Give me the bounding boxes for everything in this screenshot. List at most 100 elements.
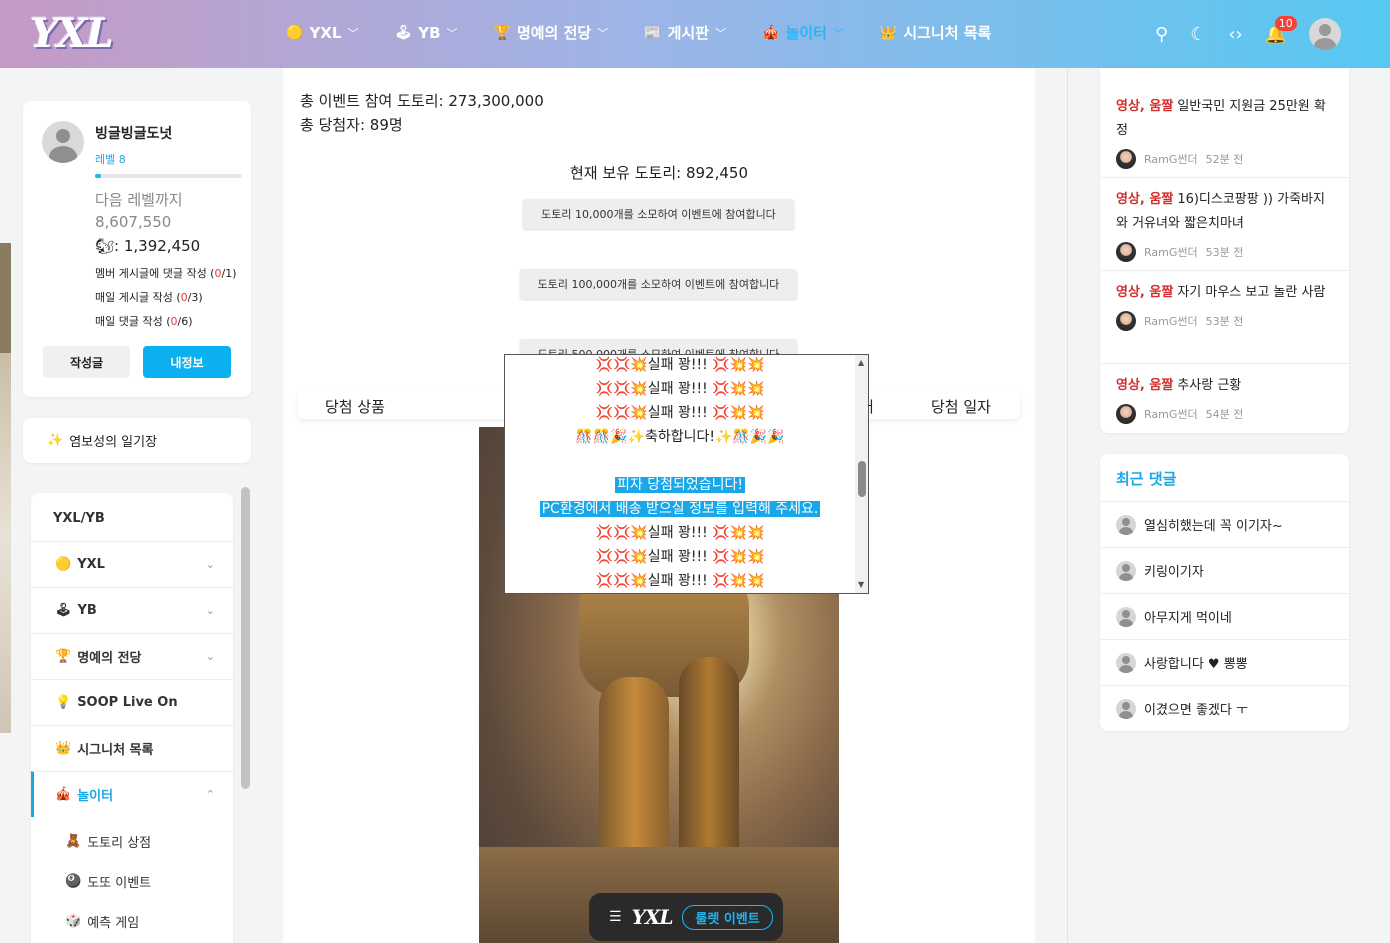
comment-item[interactable]: 열심히했는데 꼭 이기자~: [1100, 501, 1349, 547]
task-total: /1): [221, 267, 237, 280]
nav-yxl[interactable]: 🟡 YXL ﹀: [286, 22, 358, 43]
sub-item-prediction-game[interactable]: 🎲 예측 게임: [31, 901, 233, 941]
result-line: 💢💢💥실패 꽝!!! 💢💥💥: [595, 357, 765, 373]
menu-icon[interactable]: ☰: [609, 909, 622, 925]
comment-item[interactable]: 아무지게 먹이네: [1100, 593, 1349, 639]
bottom-floating-bar: ☰ YXL 룰렛 이벤트: [589, 893, 783, 941]
search-icon[interactable]: ⚲: [1155, 24, 1168, 45]
menu-label: YXL: [77, 557, 105, 572]
my-posts-button[interactable]: 작성글: [43, 346, 130, 378]
nav-label: 시그니처 목록: [903, 24, 992, 42]
menu-item-soop-live[interactable]: 💡 SOOP Live On: [31, 679, 233, 725]
site-logo[interactable]: YXL: [30, 10, 114, 57]
sub-item-dodo-event[interactable]: 🎱 도또 이벤트: [31, 861, 233, 901]
moon-icon[interactable]: ☾: [1190, 24, 1206, 45]
post-item[interactable]: 영상, 움짤 16)디스코팡팡 )) 가죽바지와 거유녀와 짧은치마녀 RamG썬…: [1116, 188, 1336, 262]
avatar: [1116, 606, 1136, 627]
menu-item-yxl[interactable]: 🟡 YXL ⌄: [31, 541, 233, 587]
nav-playground[interactable]: 🎪 놀이터 ﹀: [762, 22, 844, 43]
post-time: 54분 전: [1205, 408, 1244, 421]
post-item[interactable]: 영상, 움짤 일반국민 지원금 25만원 확정 RamG썬더 52분 전: [1116, 95, 1336, 169]
next-level-label: 다음 레벨까지: [95, 191, 183, 209]
result-line: 💢💢💥실패 꽝!!! 💢💥💥: [595, 573, 765, 589]
notification-badge: 10: [1274, 15, 1297, 31]
coin-icon: 🟡: [55, 557, 72, 572]
sparkle-icon: ✨: [47, 433, 64, 448]
scroll-up-icon[interactable]: ▲: [858, 358, 864, 367]
level-progress-bar: [95, 174, 242, 178]
menu-item-playground[interactable]: 🎪 놀이터 ⌃: [31, 771, 233, 817]
lightbulb-icon: 💡: [55, 695, 72, 710]
author-avatar: [1116, 404, 1136, 424]
avatar: [42, 121, 84, 163]
total-event-acorns: 총 이벤트 참여 도토리: 273,300,000: [300, 92, 544, 110]
recent-posts-card: 영상, 움짤 일반국민 지원금 25만원 확정 RamG썬더 52분 전 영상, 움…: [1100, 68, 1349, 433]
result-line: 🎊🎊🎉✨축하합니다!✨🎊🎉🎉: [575, 429, 785, 445]
menu-item-signature[interactable]: 👑 시그니처 목록: [31, 725, 233, 771]
main-nav: 🟡 YXL ﹀ 🕹 YB ﹀ 🏆 명예의 전당 ﹀ 📰 게시판 ﹀ 🎪 놀이터 ﹀ 👑 시그니처 목록: [286, 22, 1027, 43]
8-ball-icon: 🎱: [65, 873, 82, 889]
code-icon[interactable]: ‹›: [1228, 24, 1242, 45]
menu-scrollbar[interactable]: [241, 487, 250, 789]
circus-tent-icon: 🎪: [55, 787, 72, 802]
my-info-button[interactable]: 내정보: [143, 346, 231, 378]
menu-label: YB: [77, 603, 97, 618]
nav-signature-list[interactable]: 👑 시그니처 목록: [880, 22, 991, 43]
menu-label: 명예의 전당: [77, 651, 142, 666]
comment-text: 이겼으면 좋겠다 ㅜ: [1144, 703, 1248, 718]
background-image-strip-top: [0, 243, 11, 353]
author-avatar: [1116, 311, 1136, 331]
col-date: 당첨 일자: [931, 398, 991, 416]
sub-label: 예측 게임: [87, 915, 140, 931]
post-item[interactable]: 영상, 움짤 자기 마우스 보고 놀란 사람 RamG썬더 53분 전: [1116, 281, 1336, 331]
task-member-comment: 멤버 게시글에 댓글 작성 (0/1): [95, 265, 236, 281]
comment-text: 열심히했는데 꼭 이기자~: [1144, 519, 1283, 534]
task-value: 0: [170, 315, 178, 328]
join-10000-button[interactable]: 도토리 10,000개를 소모하여 이벤트에 참여합니다: [523, 199, 794, 229]
comment-item[interactable]: 사랑합니다 ♥ 뽕뽕: [1100, 639, 1349, 685]
roulette-event-button[interactable]: 룰렛 이벤트: [682, 904, 773, 930]
chevron-down-icon: ⌄: [205, 650, 215, 663]
side-menu: YXL/YB 🟡 YXL ⌄ 🕹 YB ⌄ 🏆 명예의 전당 ⌄ 💡 SOOP Live On…: [31, 493, 233, 943]
comment-item[interactable]: 키링이기자: [1100, 547, 1349, 593]
sub-item-acorn-shop[interactable]: 🧸 도토리 상점: [31, 821, 233, 861]
newspaper-icon: 📰: [644, 24, 662, 41]
result-line: 💢💢💥실패 꽝!!! 💢💥💥: [595, 381, 765, 397]
result-line: 피자 당첨되었습니다!: [505, 473, 855, 497]
nav-hall-of-fame[interactable]: 🏆 명예의 전당 ﹀: [494, 22, 609, 43]
post-category: 영상, 움짤: [1116, 99, 1174, 114]
join-100000-button[interactable]: 도토리 100,000개를 소모하여 이벤트에 참여합니다: [520, 269, 797, 299]
diary-link[interactable]: ✨ 염보성의 일기장: [23, 418, 251, 463]
comment-item[interactable]: 이겼으면 좋겠다 ㅜ: [1100, 685, 1349, 731]
dice-icon: 🎲: [65, 913, 82, 929]
post-time: 52분 전: [1205, 153, 1244, 166]
chevron-down-icon: ﹀: [715, 26, 727, 40]
scroll-down-icon[interactable]: ▼: [858, 580, 864, 589]
task-daily-post: 매일 게시글 작성 (0/3): [95, 289, 203, 305]
result-line: 💢💢💥실패 꽝!!! 💢💥💥: [595, 405, 765, 421]
header-actions: ⚲ ☾ ‹› 🔔 10: [1155, 15, 1342, 50]
post-title: 추사랑 근황: [1177, 378, 1242, 393]
user-avatar-icon[interactable]: [1309, 18, 1342, 50]
profile-level: 레벨 8: [95, 153, 126, 166]
chevron-down-icon: ﹀: [597, 26, 609, 40]
menu-item-hall-of-fame[interactable]: 🏆 명예의 전당 ⌄: [31, 633, 233, 679]
post-category: 영상, 움짤: [1116, 192, 1174, 207]
result-line: [505, 449, 855, 473]
menu-label: 놀이터: [77, 789, 114, 804]
result-scrollbar[interactable]: ▲ ▼: [855, 355, 868, 593]
nav-board[interactable]: 📰 게시판 ﹀: [644, 22, 726, 43]
menu-item-yb[interactable]: 🕹 YB ⌄: [31, 587, 233, 633]
post-time: 53분 전: [1205, 246, 1244, 259]
author-avatar: [1116, 149, 1136, 169]
crown-icon: 👑: [55, 741, 72, 756]
nav-yb[interactable]: 🕹 YB ﹀: [394, 22, 457, 43]
col-prize: 당첨 상품: [325, 398, 385, 416]
result-log-box[interactable]: 💢💢💥실패 꽝!!! 💢💥💥 💢💢💥실패 꽝!!! 💢💥💥 💢💢💥실패 꽝!!! 💢…: [504, 354, 869, 594]
bell-icon[interactable]: 🔔 10: [1265, 15, 1297, 45]
scroll-thumb[interactable]: [858, 461, 866, 497]
result-line: PC환경에서 배송 받으실 정보를 입력해 주세요.: [505, 497, 855, 521]
menu-label: 시그니처 목록: [77, 743, 154, 758]
task-total: /6): [177, 315, 193, 328]
post-item[interactable]: 영상, 움짤 추사랑 근황 RamG썬더 54분 전: [1116, 374, 1336, 424]
